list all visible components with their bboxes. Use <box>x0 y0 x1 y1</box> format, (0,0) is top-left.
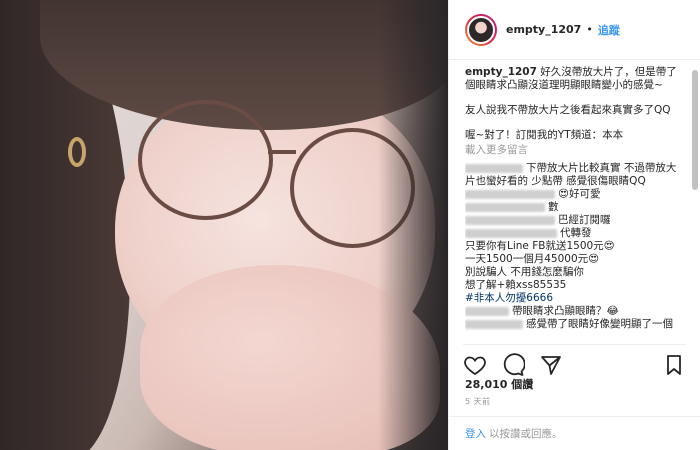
photo-glasses-left-lens <box>138 100 273 220</box>
action-bar <box>463 344 686 378</box>
list-item: 想了解+賴xss85535 <box>465 279 567 291</box>
list-item: 代轉發 <box>465 227 686 240</box>
photo-earring <box>68 137 86 167</box>
likes-count[interactable]: 28,010 個讚 <box>465 376 533 392</box>
list-item: 只要你有Line FB就送1500元😍 <box>465 240 615 252</box>
list-item: 片也蠻好看的 少點帶 感覺很傷眼睛QQ <box>465 175 646 187</box>
comment-icon[interactable] <box>501 352 525 377</box>
header-username[interactable]: empty_1207 <box>506 23 581 36</box>
caption-paragraph-3: 喔~對了！訂閱我的YT頻道：本本 <box>465 129 624 141</box>
post-photo[interactable] <box>0 0 448 450</box>
list-item: 一天1500一個月45000元😍 <box>465 253 600 265</box>
list-item: 帶眼睛求凸顯眼睛？😂 <box>465 305 686 318</box>
scrollbar-thumb[interactable] <box>692 70 698 190</box>
avatar[interactable] <box>465 13 497 46</box>
photo-glasses-bridge <box>268 150 296 154</box>
list-item: 數 <box>465 201 686 214</box>
header-separator: • <box>586 23 593 36</box>
list-item: 別說騙人 不用錢怎麼騙你 <box>465 266 584 278</box>
load-more-comments[interactable]: 載入更多留言 <box>465 144 686 157</box>
post-time: 5 天前 <box>465 397 491 406</box>
heart-icon[interactable] <box>463 353 487 377</box>
login-prompt-text: 以按讚或回應。 <box>489 428 563 440</box>
hashtag-link[interactable]: #非本人勿擾6666 <box>465 292 686 305</box>
post-side-panel: empty_1207 • 追蹤 empty_1207 好久沒帶放大片了，但是帶了… <box>448 0 700 450</box>
comments-scrollbar[interactable] <box>692 60 698 350</box>
login-link[interactable]: 登入 <box>465 426 486 441</box>
post-header: empty_1207 • 追蹤 <box>449 0 700 60</box>
list-item: 😍好可愛 <box>465 188 686 201</box>
list-item: 巴經訂閱囉 <box>465 214 686 227</box>
comments-list: empty_1207 好久沒帶放大片了，但是帶了個眼睛求凸顯沒道理明顯眼睛變小的… <box>465 66 686 341</box>
share-icon[interactable] <box>539 353 563 377</box>
caption-username[interactable]: empty_1207 <box>465 66 537 78</box>
photo-hair-right <box>378 0 448 450</box>
login-prompt: 登入 以按讚或回應。 <box>449 416 700 450</box>
list-item: 感覺帶了眼睛好像變明顯了一個 <box>465 318 686 331</box>
caption: empty_1207 好久沒帶放大片了，但是帶了個眼睛求凸顯沒道理明顯眼睛變小的… <box>465 66 686 92</box>
follow-button[interactable]: 追蹤 <box>598 22 620 38</box>
list-item: 下帶放大片比較真實 不過帶放大 <box>465 162 686 175</box>
bookmark-icon[interactable] <box>662 353 686 377</box>
caption-paragraph-2: 友人說我不帶放大片之後看起來真實多了QQ <box>465 104 671 116</box>
